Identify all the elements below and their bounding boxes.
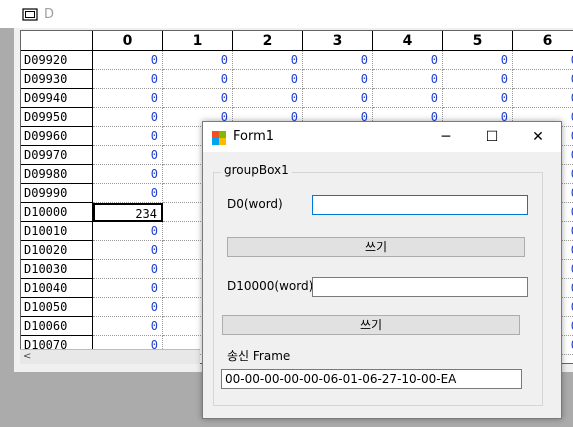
send-frame-label: 송신 Frame <box>227 349 291 363</box>
column-header[interactable]: 4 <box>373 31 443 51</box>
grid-cell[interactable]: 0 <box>163 70 233 89</box>
grid-corner <box>21 31 93 51</box>
maximize-button[interactable]: ☐ <box>469 122 515 152</box>
d0-input[interactable] <box>312 195 528 215</box>
grid-cell[interactable]: 0 <box>303 70 373 89</box>
grid-cell[interactable]: 0 <box>233 51 303 70</box>
send-frame-field[interactable] <box>221 369 522 389</box>
d10000-input[interactable] <box>312 277 528 297</box>
row-header[interactable]: D09960 <box>21 127 93 146</box>
row-header[interactable]: D10010 <box>21 222 93 241</box>
grid-cell[interactable]: 0 <box>513 51 573 70</box>
grid-cell[interactable]: 0 <box>513 89 573 108</box>
scroll-left-icon[interactable]: < <box>23 350 31 364</box>
column-header[interactable]: 3 <box>303 31 373 51</box>
grid-cell[interactable]: 0 <box>373 89 443 108</box>
column-header[interactable]: 0 <box>93 31 163 51</box>
grid-cell[interactable]: 0 <box>443 70 513 89</box>
row-header[interactable]: D09950 <box>21 108 93 127</box>
grid-cell[interactable]: 0 <box>233 70 303 89</box>
grid-cell[interactable]: 0 <box>163 51 233 70</box>
grid-cell[interactable]: 0 <box>513 70 573 89</box>
grid-cell[interactable]: 0 <box>93 298 163 317</box>
grid-cell[interactable]: 0 <box>443 51 513 70</box>
row-header[interactable]: D09930 <box>21 70 93 89</box>
window-frame-left <box>0 28 14 372</box>
groupbox-label: groupBox1 <box>221 163 292 177</box>
d0-label: D0(word) <box>227 197 283 211</box>
grid-cell[interactable]: 0 <box>373 51 443 70</box>
column-header[interactable]: 5 <box>443 31 513 51</box>
grid-cell[interactable]: 0 <box>443 89 513 108</box>
write-button-d10000[interactable]: 쓰기 <box>222 315 520 335</box>
grid-cell[interactable]: 0 <box>93 241 163 260</box>
row-header[interactable]: D10000 <box>21 203 93 222</box>
minimize-button[interactable]: ─ <box>423 122 469 152</box>
row-header[interactable]: D09980 <box>21 165 93 184</box>
form1-title-text: Form1 <box>233 129 275 144</box>
grid-cell[interactable]: 0 <box>233 89 303 108</box>
grid-cell[interactable]: 0 <box>163 89 233 108</box>
row-header[interactable]: D10040 <box>21 279 93 298</box>
grid-cell[interactable]: 0 <box>373 70 443 89</box>
grid-cell[interactable]: 0 <box>93 165 163 184</box>
grid-cell[interactable]: 0 <box>93 260 163 279</box>
form1-title-bar[interactable]: Form1 ─ ☐ ✕ <box>203 122 561 152</box>
row-header[interactable]: D09990 <box>21 184 93 203</box>
row-header[interactable]: D10060 <box>21 317 93 336</box>
mdi-title-text: D <box>44 7 55 22</box>
form-app-icon <box>212 131 226 145</box>
column-header[interactable]: 2 <box>233 31 303 51</box>
grid-cell[interactable]: 0 <box>93 184 163 203</box>
grid-cell[interactable]: 0 <box>93 279 163 298</box>
grid-cell[interactable]: 0 <box>93 51 163 70</box>
grid-horizontal-scrollbar[interactable]: < <box>20 349 200 364</box>
column-header[interactable]: 1 <box>163 31 233 51</box>
plc-device-icon <box>22 8 38 21</box>
row-header[interactable]: D10020 <box>21 241 93 260</box>
row-header[interactable]: D10030 <box>21 260 93 279</box>
grid-cell[interactable]: 0 <box>93 89 163 108</box>
d10000-label: D10000(word) <box>227 279 314 293</box>
row-header[interactable]: D09970 <box>21 146 93 165</box>
mdi-title-bar[interactable]: D <box>0 0 573 28</box>
write-button-d0[interactable]: 쓰기 <box>227 237 525 257</box>
row-header[interactable]: D09920 <box>21 51 93 70</box>
grid-cell[interactable]: 0 <box>93 317 163 336</box>
grid-cell[interactable]: 0 <box>303 89 373 108</box>
column-header[interactable]: 6 <box>513 31 573 51</box>
row-header[interactable]: D09940 <box>21 89 93 108</box>
close-button[interactable]: ✕ <box>515 122 561 152</box>
grid-cell[interactable]: 234 <box>93 203 163 222</box>
grid-cell[interactable]: 0 <box>93 70 163 89</box>
row-header[interactable]: D10050 <box>21 298 93 317</box>
grid-cell[interactable]: 0 <box>93 127 163 146</box>
grid-cell[interactable]: 0 <box>303 51 373 70</box>
grid-cell[interactable]: 0 <box>93 146 163 165</box>
grid-cell[interactable]: 0 <box>93 222 163 241</box>
form1-dialog: Form1 ─ ☐ ✕ groupBox1 D0(word) 쓰기 D10000… <box>202 121 562 419</box>
grid-cell[interactable]: 0 <box>93 108 163 127</box>
